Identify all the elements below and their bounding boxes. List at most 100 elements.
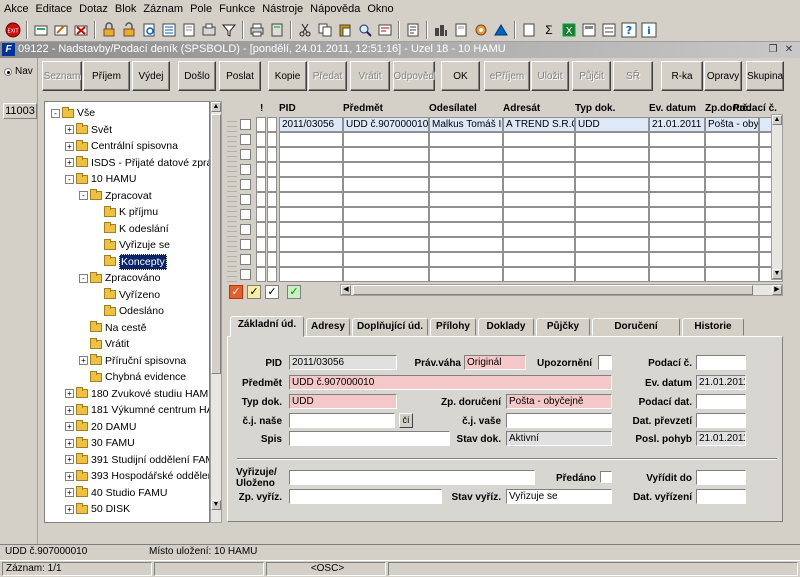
tree-node[interactable]: Vyřizuje se xyxy=(93,238,170,252)
grid-cell-empty[interactable] xyxy=(343,252,429,267)
grid-cell-empty[interactable] xyxy=(649,252,705,267)
tree-node[interactable]: - Zpracováno xyxy=(79,271,160,285)
grid-cell-empty[interactable] xyxy=(503,222,575,237)
tab-5[interactable]: Půjčky xyxy=(536,318,590,336)
predmet-field[interactable]: UDD č.907000010 xyxy=(289,375,612,390)
dat-vyrizeni-field[interactable] xyxy=(696,489,746,504)
grid-cell-empty[interactable] xyxy=(503,162,575,177)
yellow-filter-checkbox[interactable]: ✓ xyxy=(247,285,261,299)
grid-cell-empty[interactable] xyxy=(503,177,575,192)
action-button-ok[interactable]: OK xyxy=(441,61,480,91)
exit-icon[interactable]: EXIT xyxy=(4,21,22,39)
grid-cell-empty[interactable] xyxy=(649,207,705,222)
grid-cell-empty[interactable] xyxy=(705,252,759,267)
action-button-r-ka[interactable]: R-ka xyxy=(661,61,703,91)
predano-checkbox[interactable] xyxy=(600,471,612,483)
grid-horizontal-scrollbar[interactable]: ◀ ▶ xyxy=(340,284,783,296)
pid-field[interactable]: 2011/03056 xyxy=(289,355,397,370)
row-flag-cell[interactable] xyxy=(267,132,277,147)
action-button-poslat[interactable]: Poslat xyxy=(219,61,261,91)
node-id-button[interactable]: 11003 xyxy=(3,103,37,119)
action-button-vr-tit[interactable]: Vrátit xyxy=(350,61,390,91)
grid-cell-empty[interactable] xyxy=(503,207,575,222)
scroll-thumb[interactable] xyxy=(353,285,753,295)
grid-cell-empty[interactable] xyxy=(429,267,503,282)
menu-7[interactable]: Nástroje xyxy=(258,0,306,16)
grid-cell-empty[interactable] xyxy=(429,207,503,222)
tab-4[interactable]: Doklady xyxy=(478,318,534,336)
zp-doruceni-field[interactable]: Pošta - obyčejně xyxy=(506,394,612,409)
tree-node[interactable]: Koncepty xyxy=(93,253,167,270)
grid-cell-empty[interactable] xyxy=(649,132,705,147)
action-button-opravy[interactable]: Opravy xyxy=(704,61,742,91)
row-select-checkbox[interactable] xyxy=(240,254,251,265)
settings-icon[interactable] xyxy=(472,21,490,39)
grid-cell-empty[interactable] xyxy=(705,267,759,282)
grid-cell-empty[interactable] xyxy=(279,147,343,162)
grid-cell-empty[interactable] xyxy=(575,162,649,177)
grid-cell-empty[interactable] xyxy=(649,222,705,237)
action-button-p-j-it[interactable]: Půjčit xyxy=(572,61,611,91)
grid-cell-empty[interactable] xyxy=(503,192,575,207)
grid-cell-empty[interactable] xyxy=(429,147,503,162)
expand-icon[interactable]: + xyxy=(65,488,74,497)
close-icon[interactable]: ✕ xyxy=(782,43,796,56)
row-flag-cell[interactable] xyxy=(256,252,266,267)
grid-cell-empty[interactable] xyxy=(705,192,759,207)
grid-cell-empty[interactable] xyxy=(343,177,429,192)
delete-icon[interactable] xyxy=(72,21,90,39)
collapse-icon[interactable]: - xyxy=(51,108,60,118)
tree-node[interactable]: +391 Studijní oddělení FAMU xyxy=(65,453,209,467)
database-icon[interactable] xyxy=(404,21,422,39)
menu-4[interactable]: Záznam xyxy=(139,0,186,16)
menu-5[interactable]: Pole xyxy=(186,0,215,16)
expand-icon[interactable]: + xyxy=(79,356,88,365)
grid-cell-empty[interactable] xyxy=(429,237,503,252)
spis-field[interactable] xyxy=(289,431,450,446)
scroll-down-icon[interactable]: ▼ xyxy=(211,500,221,510)
nav-radio[interactable]: Nav xyxy=(4,66,33,77)
row-select-checkbox[interactable] xyxy=(240,269,251,280)
row-select-checkbox[interactable] xyxy=(240,164,251,175)
print-preview-icon[interactable] xyxy=(140,21,158,39)
form-icon[interactable] xyxy=(580,21,598,39)
row-flag-cell[interactable] xyxy=(256,162,266,177)
grid-cell[interactable]: A TREND S.R.O. xyxy=(503,117,575,132)
grid-cell-empty[interactable] xyxy=(343,207,429,222)
search-icon[interactable] xyxy=(356,21,374,39)
dat-prevzeti-field[interactable] xyxy=(696,413,746,428)
grid-cell-empty[interactable] xyxy=(343,237,429,252)
grid-cell-empty[interactable] xyxy=(279,252,343,267)
grid-vertical-scrollbar[interactable]: ▲ ▼ xyxy=(771,114,783,280)
red-filter-checkbox[interactable]: ✓ xyxy=(229,285,243,299)
tree-node[interactable]: - Vše xyxy=(51,106,95,120)
grid-cell-empty[interactable] xyxy=(649,192,705,207)
action-button-ulo-it[interactable]: Uložit xyxy=(531,61,569,91)
row-select-checkbox[interactable] xyxy=(240,119,251,130)
grid-cell[interactable]: 21.01.2011 xyxy=(649,117,705,132)
grid-cell-empty[interactable] xyxy=(575,222,649,237)
grid-cell-empty[interactable] xyxy=(279,222,343,237)
grid-cell-empty[interactable] xyxy=(649,267,705,282)
grid-cell-empty[interactable] xyxy=(429,177,503,192)
grid-cell-empty[interactable] xyxy=(575,207,649,222)
grid-header[interactable]: Adresát xyxy=(503,101,540,116)
grid-cell-empty[interactable] xyxy=(575,192,649,207)
add-icon[interactable] xyxy=(32,21,50,39)
grid-cell-empty[interactable] xyxy=(343,162,429,177)
scroll-down-icon[interactable]: ▼ xyxy=(772,269,782,279)
row-flag-cell[interactable] xyxy=(256,267,266,282)
tab-3[interactable]: Přílohy xyxy=(430,318,476,336)
grid-cell-empty[interactable] xyxy=(279,177,343,192)
grid-cell-empty[interactable] xyxy=(705,147,759,162)
grid-cell-empty[interactable] xyxy=(429,192,503,207)
expand-icon[interactable]: + xyxy=(65,504,74,514)
row-select-checkbox[interactable] xyxy=(240,239,251,250)
row-select-checkbox[interactable] xyxy=(240,179,251,190)
row-flag-cell[interactable] xyxy=(256,237,266,252)
row-flag-cell[interactable] xyxy=(256,222,266,237)
cut-icon[interactable] xyxy=(296,21,314,39)
stav-dok-field[interactable]: Aktivní xyxy=(506,431,612,446)
tree-node[interactable]: + Příruční spisovna xyxy=(79,354,186,368)
menu-3[interactable]: Blok xyxy=(111,0,139,16)
